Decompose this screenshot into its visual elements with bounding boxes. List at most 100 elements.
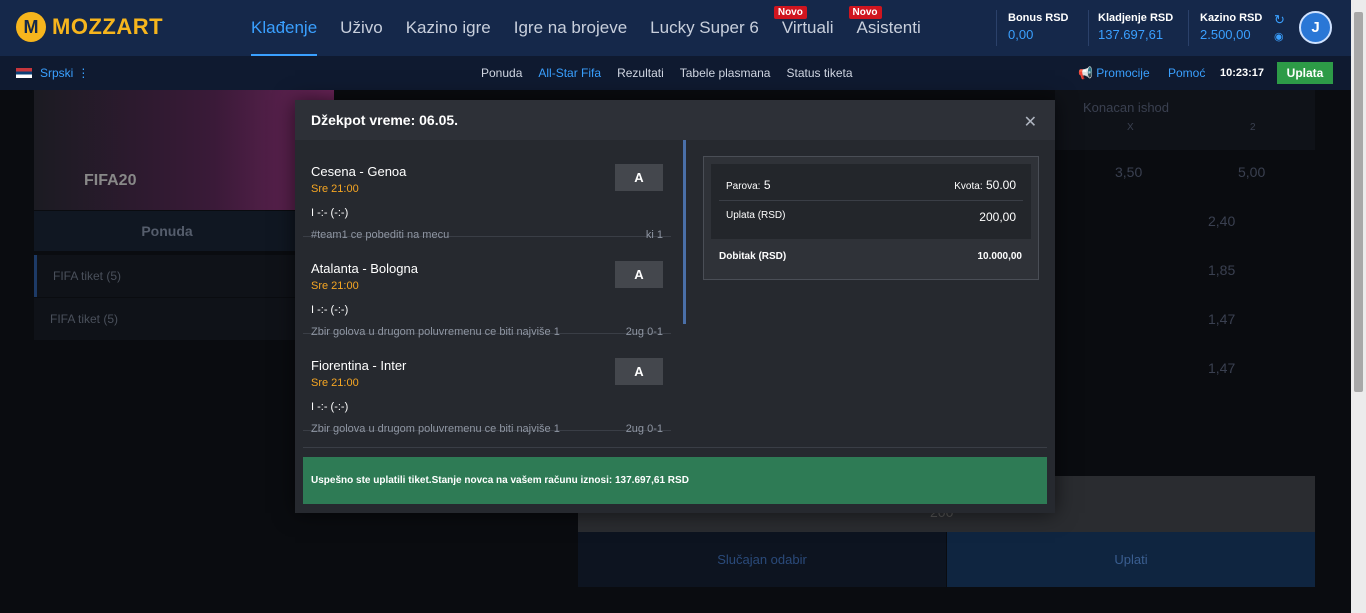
divider	[303, 447, 1047, 448]
refresh-icon[interactable]: ↻	[1274, 12, 1285, 28]
final-result-header: Konacan ishod	[1083, 100, 1170, 115]
match-pick: Zbir golova u drugom poluvremenu ce biti…	[311, 423, 560, 435]
new-badge: Novo	[848, 6, 882, 19]
odds-label: Kvota:	[954, 181, 983, 192]
match-time: Sre 21:00	[311, 377, 359, 389]
kladjenje-value: 137.697,61	[1098, 27, 1164, 42]
match-list[interactable]: Cesena - Genoa Sre 21:00 I -:- (-:-) #te…	[295, 140, 681, 446]
kazino-value: 2.500,00	[1200, 27, 1251, 42]
promotions-link[interactable]: 📢 Promocije	[1078, 66, 1150, 80]
pairs-value: 5	[763, 178, 771, 192]
odd-value[interactable]: 2,40	[1208, 213, 1235, 229]
nav-item-asistenti[interactable]: Novo Asistenti	[848, 0, 921, 56]
odd-value[interactable]: 1,85	[1208, 262, 1235, 278]
match-score: I -:- (-:-)	[311, 401, 349, 413]
bonus-balance[interactable]: Bonus RSD 0,00	[1008, 12, 1069, 42]
bonus-label: Bonus RSD	[1008, 12, 1069, 24]
pairs: Parova: 5	[726, 178, 771, 192]
subnav-ponuda[interactable]: Ponuda	[481, 66, 522, 80]
new-badge: Novo	[773, 6, 807, 19]
nav-item-lucky-super-6[interactable]: Lucky Super 6	[650, 0, 759, 56]
subnav-rezultati[interactable]: Rezultati	[617, 66, 664, 80]
nav-label: Asistenti	[856, 18, 921, 37]
odds: Kvota: 50.00	[954, 178, 1016, 192]
offer-tab[interactable]: Ponuda	[34, 211, 300, 251]
close-icon[interactable]: ✕	[1024, 112, 1037, 132]
logo-icon: M	[16, 12, 46, 42]
odds-header	[1055, 90, 1315, 150]
odd-value[interactable]: 5,00	[1238, 164, 1265, 180]
kladjenje-label: Kladjenje RSD	[1098, 12, 1174, 24]
pick-button[interactable]: A	[615, 164, 663, 191]
language-selector[interactable]: Srpski ⋮	[16, 66, 89, 80]
eye-icon[interactable]: ◉	[1274, 30, 1284, 43]
kladjenje-balance[interactable]: Kladjenje RSD 137.697,61	[1098, 12, 1173, 42]
kazino-balance[interactable]: Kazino RSD 2.500,00	[1200, 12, 1262, 42]
language-label: Srpski	[40, 66, 74, 80]
scrollbar-thumb[interactable]	[1354, 12, 1363, 392]
nav-item-virtuali[interactable]: Novo Virtuali	[773, 0, 834, 56]
more-vertical-icon: ⋮	[77, 66, 90, 80]
stake-row: Uplata (RSD) 200,00	[726, 210, 1016, 224]
pairs-odds-row: Parova: 5 Kvota: 50.00	[726, 178, 1016, 192]
nav-label: Lucky Super 6	[650, 18, 759, 37]
sub-bar: Srpski ⋮ Ponuda All-Star Fifa Rezultati …	[0, 56, 1351, 90]
jackpot-ticket-modal: Džekpot vreme: 06.05. ✕ Cesena - Genoa S…	[295, 100, 1055, 513]
divider	[1188, 10, 1189, 46]
top-bar: M MOZZART Klađenje Uživo Kazino igre Igr…	[0, 0, 1351, 56]
promotions-label: Promocije	[1096, 66, 1150, 80]
logo-text: MOZZART	[52, 14, 164, 39]
list-item: Atalanta - Bologna Sre 21:00 I -:- (-:-)…	[303, 237, 671, 338]
nav-item-igre-na-brojeve[interactable]: Igre na brojeve	[514, 0, 627, 56]
nav-item-kladjenje[interactable]: Klađenje	[251, 0, 318, 56]
nav-label: Klađenje	[251, 18, 318, 37]
nav-label: Uživo	[340, 18, 383, 37]
mozzart-logo[interactable]: M MOZZART	[16, 12, 163, 42]
sub-nav: Ponuda All-Star Fifa Rezultati Tabele pl…	[481, 66, 869, 80]
divider	[1088, 10, 1089, 46]
sidebar-item-fifa-ticket[interactable]: FIFA tiket (5)	[34, 298, 300, 340]
pay-button[interactable]: Uplati	[947, 532, 1315, 587]
pick-button[interactable]: A	[615, 358, 663, 385]
subnav-status-tiketa[interactable]: Status tiketa	[786, 66, 852, 80]
odd-value[interactable]: 1,47	[1208, 311, 1235, 327]
ticket-summary: Parova: 5 Kvota: 50.00 Uplata (RSD) 200,…	[703, 156, 1039, 280]
odd-value[interactable]: 3,50	[1115, 164, 1142, 180]
odd-value[interactable]: 1,47	[1208, 360, 1235, 376]
clock: 10:23:17	[1220, 67, 1265, 79]
nav-label: Kazino igre	[405, 18, 491, 37]
serbia-flag-icon	[16, 68, 32, 78]
match-score: I -:- (-:-)	[311, 304, 349, 316]
nav-item-kazino[interactable]: Kazino igre	[406, 0, 491, 56]
main-nav: Klađenje Uživo Kazino igre Igre na broje…	[251, 0, 944, 56]
match-list-scrollbar[interactable]	[683, 140, 686, 324]
random-pick-button[interactable]: Slučajan odabir	[578, 532, 946, 587]
bonus-value: 0,00	[1008, 27, 1034, 42]
pick-button[interactable]: A	[615, 261, 663, 288]
subnav-all-star-fifa[interactable]: All-Star Fifa	[538, 66, 601, 80]
list-item: Cesena - Genoa Sre 21:00 I -:- (-:-) #te…	[303, 140, 671, 241]
fifa-banner: FIFA20	[34, 90, 334, 210]
help-link[interactable]: Pomoć	[1168, 66, 1205, 80]
win-value: 10.000,00	[977, 251, 1023, 262]
kazino-label: Kazino RSD	[1200, 12, 1263, 24]
divider	[719, 200, 1023, 201]
sidebar-item-fifa-ticket[interactable]: FIFA tiket (5)	[34, 255, 300, 297]
pairs-label: Parova:	[726, 181, 761, 192]
column-2-label: 2	[1250, 122, 1256, 133]
match-teams: Fiorentina - Inter	[311, 358, 407, 373]
modal-title: Džekpot vreme: 06.05.	[295, 100, 1055, 140]
nav-item-uzivo[interactable]: Uživo	[340, 0, 383, 56]
match-teams: Cesena - Genoa	[311, 164, 407, 179]
avatar[interactable]: J	[1299, 11, 1332, 44]
column-x-label: X	[1127, 122, 1134, 133]
page-scrollbar[interactable]	[1351, 0, 1366, 613]
subnav-tabele-plasmana[interactable]: Tabele plasmana	[680, 66, 771, 80]
match-teams: Atalanta - Bologna	[311, 261, 418, 276]
stake-value: 200,00	[979, 210, 1016, 224]
stake-unit: (RSD)	[757, 210, 786, 221]
match-odd: 2ug 0-1	[625, 423, 663, 435]
nav-label: Igre na brojeve	[513, 18, 628, 37]
win-unit: (RSD)	[758, 251, 787, 262]
deposit-button[interactable]: Uplata	[1277, 62, 1333, 84]
